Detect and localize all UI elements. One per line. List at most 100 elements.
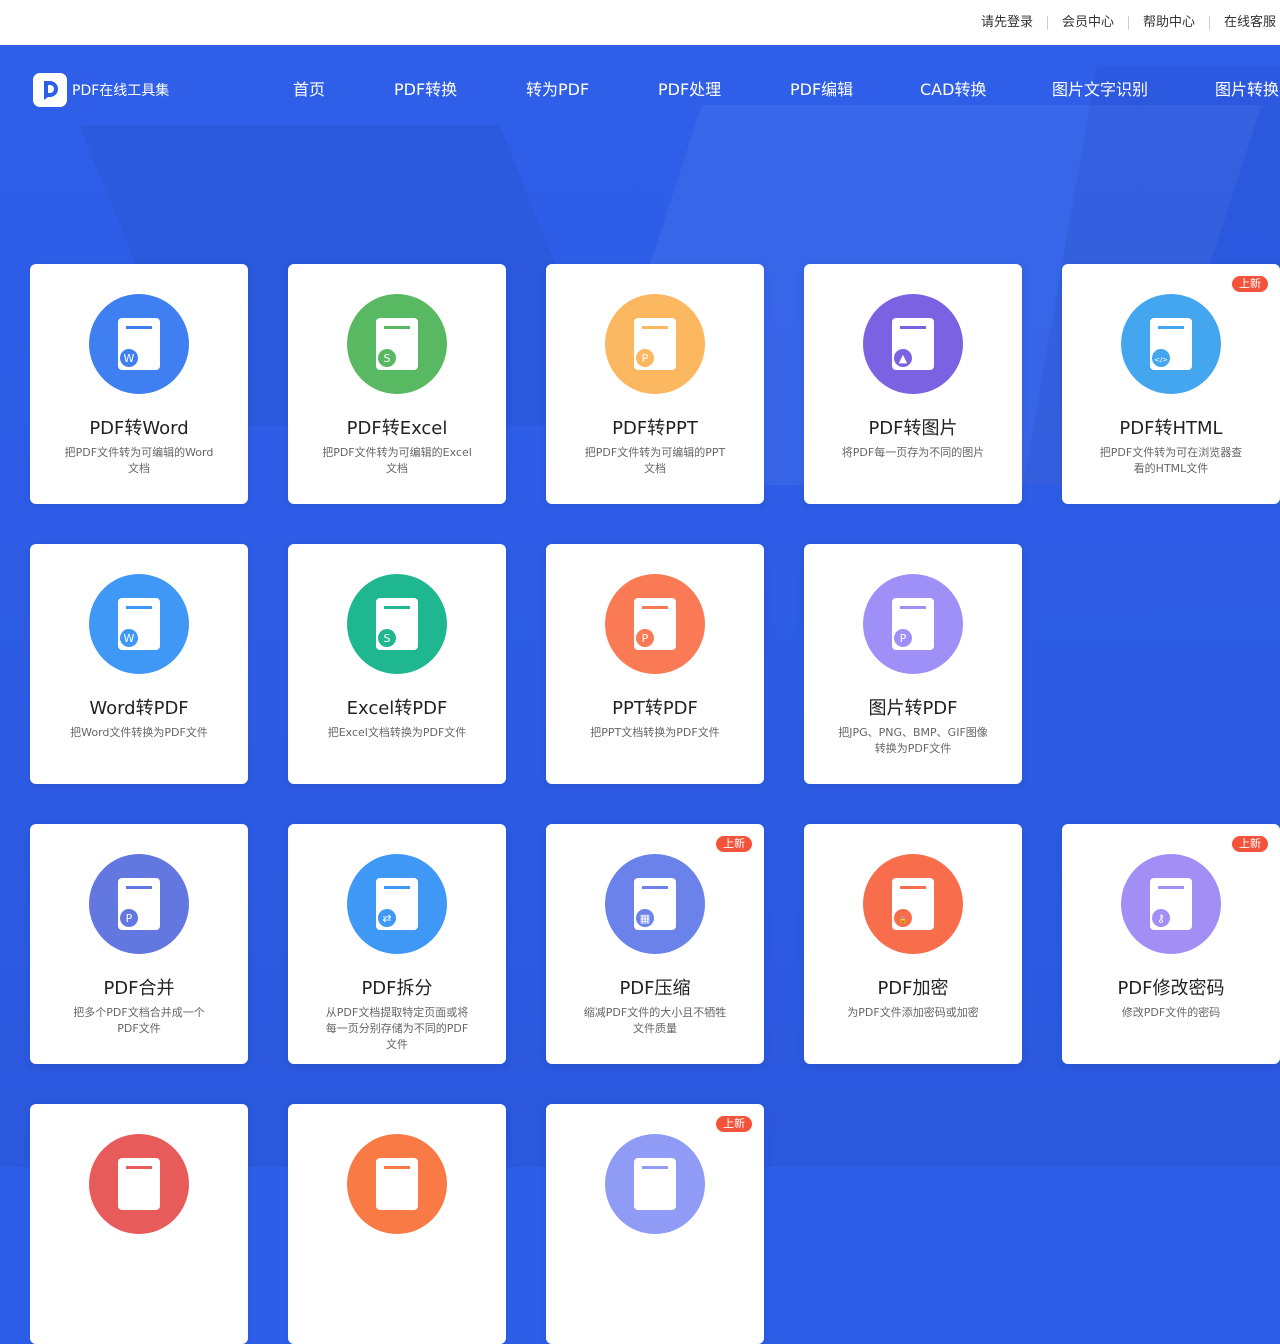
member-center-link[interactable]: 会员中心 [1048,15,1128,30]
nav-image-convert[interactable]: 图片转换 [1215,80,1279,100]
split-icon: ⇄ [376,878,418,930]
tool-title: PDF转PPT [612,418,698,439]
tool-icon-circle: 🔒 [863,854,963,954]
svg-text:P: P [642,632,649,645]
tool-card[interactable]: S PDF转Excel 把PDF文件转为可编辑的Excel文档 [288,264,506,504]
tool-card[interactable]: P 图片转PDF 把JPG、PNG、BMP、GIF图像转换为PDF文件 [804,544,1022,784]
tool-description: 把PDF文件转为可编辑的Word文档 [64,446,214,475]
tool-description: 缩减PDF文件的大小且不牺牲文件质量 [583,1006,727,1035]
tool-card[interactable]: P PPT转PDF 把PPT文档转换为PDF文件 [546,544,764,784]
tool-card[interactable]: W Word转PDF 把Word文件转换为PDF文件 [30,544,248,784]
top-utility-bar: 请先登录 会员中心 帮助中心 在线客服 [0,0,1280,45]
word-to-pdf-icon: W [118,598,160,650]
new-badge: 上新 [716,836,752,852]
svg-text:S: S [384,632,391,645]
tool-title: PDF压缩 [619,978,691,999]
tool-icon-circle: W [89,574,189,674]
svg-text:W: W [124,352,135,365]
compress-icon: ▦ [634,878,676,930]
help-center-link[interactable]: 帮助中心 [1129,15,1209,30]
ppt-doc-icon: P [634,318,676,370]
tool-description: 把PDF文件转为可编辑的Excel文档 [322,446,472,475]
tool-card[interactable]: 🔒 PDF加密为PDF文件添加密码或加密 [804,824,1022,1064]
tool-icon-circle: P [89,854,189,954]
tool-card[interactable] [288,1104,506,1344]
tool-card[interactable]: P PDF合并 把多个PDF文档合并成一个PDF文件 [30,824,248,1064]
online-service-link[interactable]: 在线客服 [1210,15,1280,30]
tool-icon-circle [89,1134,189,1234]
tool-description: 为PDF文件添加密码或加密 [847,1006,979,1019]
new-badge: 上新 [716,1116,752,1132]
tool-icon-circle: P [605,574,705,674]
tool-icon-circle [347,1134,447,1234]
svg-text:P: P [642,352,649,365]
svg-text:🔒: 🔒 [899,916,908,924]
nav-home[interactable]: 首页 [293,80,325,100]
tool-icon-circle: ⚷ [1121,854,1221,954]
tool-icon-circle: S [347,574,447,674]
tool-description: 修改PDF文件的密码 [1121,1006,1221,1019]
tool-card[interactable]: ▦ PDF压缩缩减PDF文件的大小且不牺牲文件质量 上新 [546,824,764,1064]
merge-icon: P [118,878,160,930]
tool-icon-circle: P [863,574,963,674]
nav-pdf-convert[interactable]: PDF转换 [394,80,457,100]
tool-title: PPT转PDF [612,698,698,719]
tool-title: PDF拆分 [361,978,433,999]
svg-text:P: P [900,632,907,645]
tool-title: PDF转图片 [868,418,958,439]
svg-text:▲: ▲ [899,352,908,365]
tool-description: 把JPG、PNG、BMP、GIF图像转换为PDF文件 [838,726,988,755]
doc-icon [634,1158,676,1210]
nav-ocr[interactable]: 图片文字识别 [1052,80,1148,100]
top-links: 请先登录 会员中心 帮助中心 在线客服 [967,0,1280,45]
tool-title: PDF修改密码 [1117,978,1225,999]
tool-description: 把Word文件转换为PDF文件 [70,726,208,739]
tool-icon-circle [605,1134,705,1234]
tool-icon-circle: W [89,294,189,394]
image-doc-icon: ▲ [892,318,934,370]
key-icon: ⚷ [1150,878,1192,930]
tool-title: PDF转Word [89,418,189,439]
tool-title: PDF加密 [877,978,949,999]
nav-to-pdf[interactable]: 转为PDF [526,80,589,100]
html-doc-icon: </> [1150,318,1192,370]
svg-text:P: P [126,912,133,925]
tool-card[interactable]: ⇄ PDF拆分从PDF文档提取特定页面或将每一页分别存储为不同的PDF文件 [288,824,506,1064]
tool-icon-circle: ▲ [863,294,963,394]
login-link[interactable]: 请先登录 [967,15,1047,30]
tool-icon-circle: P [605,294,705,394]
svg-text:S: S [384,352,391,365]
lock-icon: 🔒 [892,878,934,930]
tool-card[interactable]: ⚷ PDF修改密码 修改PDF文件的密码 上新 [1062,824,1280,1064]
word-doc-icon: W [118,318,160,370]
svg-text:⇄: ⇄ [382,912,391,925]
nav-cad-convert[interactable]: CAD转换 [920,80,986,100]
excel-doc-icon: S [376,318,418,370]
svg-text:W: W [124,632,135,645]
svg-text:▦: ▦ [640,912,650,925]
tool-description: 把PDF文件转为可在浏览器查看的HTML文件 [1099,446,1243,475]
tool-description: 把PDF文件转为可编辑的PPT文档 [584,446,726,475]
tool-description: 从PDF文档提取特定页面或将每一页分别存储为不同的PDF文件 [325,1006,469,1051]
tool-card[interactable]: ▲ PDF转图片将PDF每一页存为不同的图片 [804,264,1022,504]
tool-title: 图片转PDF [868,698,958,719]
tool-title: Excel转PDF [346,698,448,719]
tool-description: 把多个PDF文档合并成一个PDF文件 [73,1006,205,1035]
tool-card[interactable]: P PDF转PPT 把PDF文件转为可编辑的PPT文档 [546,264,764,504]
image-to-pdf-icon: P [892,598,934,650]
nav-pdf-edit[interactable]: PDF编辑 [790,80,853,100]
nav-pdf-process[interactable]: PDF处理 [658,80,721,100]
tool-description: 把PPT文档转换为PDF文件 [590,726,720,739]
tool-description: 将PDF每一页存为不同的图片 [841,446,985,459]
tool-card[interactable]: W PDF转Word 把PDF文件转为可编辑的Word文档 [30,264,248,504]
tool-title: Word转PDF [89,698,189,719]
tool-card[interactable] [30,1104,248,1344]
tool-card[interactable]: </> PDF转HTML 把PDF文件转为可在浏览器查看的HTML文件 上新 [1062,264,1280,504]
tool-icon-circle: ▦ [605,854,705,954]
tool-card[interactable]: S Excel转PDF 把Excel文档转换为PDF文件 [288,544,506,784]
tool-icon-circle: </> [1121,294,1221,394]
new-badge: 上新 [1232,276,1268,292]
tool-description: 把Excel文档转换为PDF文件 [327,726,467,739]
tool-card[interactable]: 上新 [546,1104,764,1344]
ppt-to-pdf-icon: P [634,598,676,650]
